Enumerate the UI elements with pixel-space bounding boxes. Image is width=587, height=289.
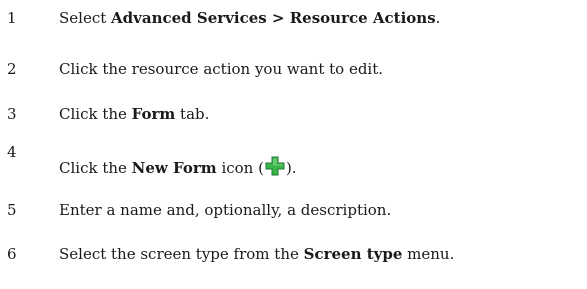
step-number: 6 <box>7 245 17 263</box>
step-text: Click the New Form icon (). <box>59 156 297 178</box>
step-bold-term: Advanced Services > Resource Actions <box>111 9 436 27</box>
step-text-part: tab. <box>175 105 210 123</box>
step-bold-term: Screen type <box>303 245 403 263</box>
step-bold-term: Form <box>131 105 176 123</box>
step-text-part: Select the screen type from the <box>59 245 304 263</box>
step-text: Click the Form tab. <box>59 104 209 124</box>
step-5: 5 Enter a name and, optionally, a descri… <box>0 200 587 230</box>
step-2: 2 Click the resource action you want to … <box>0 59 587 89</box>
step-text-part: Click the <box>59 159 132 177</box>
procedure-steps: 1 Select Advanced Services > Resource Ac… <box>0 0 587 289</box>
step-number: 1 <box>7 9 17 27</box>
step-text-part: Click the <box>59 105 132 123</box>
step-text-part: Select <box>59 9 112 27</box>
step-text-part: . <box>435 9 441 27</box>
step-number: 3 <box>7 105 17 123</box>
step-number: 4 <box>7 143 17 161</box>
step-bold-term: New Form <box>131 159 217 177</box>
step-4: 4 Click the New Form icon (). <box>0 142 587 182</box>
step-text: Enter a name and, optionally, a descript… <box>59 201 392 219</box>
step-number: 2 <box>7 60 17 78</box>
step-number: 5 <box>7 201 17 219</box>
step-text-part: icon ( <box>216 159 264 177</box>
green-plus-icon <box>265 156 285 176</box>
step-3: 3 Click the Form tab. <box>0 104 587 134</box>
step-text-part: menu. <box>402 245 455 263</box>
step-text: Click the resource action you want to ed… <box>59 60 384 78</box>
step-text-part: ). <box>285 159 297 177</box>
step-text: Select Advanced Services > Resource Acti… <box>59 8 440 28</box>
step-1: 1 Select Advanced Services > Resource Ac… <box>0 8 587 38</box>
step-text: Select the screen type from the Screen t… <box>59 244 454 264</box>
step-6: 6 Select the screen type from the Screen… <box>0 244 587 274</box>
